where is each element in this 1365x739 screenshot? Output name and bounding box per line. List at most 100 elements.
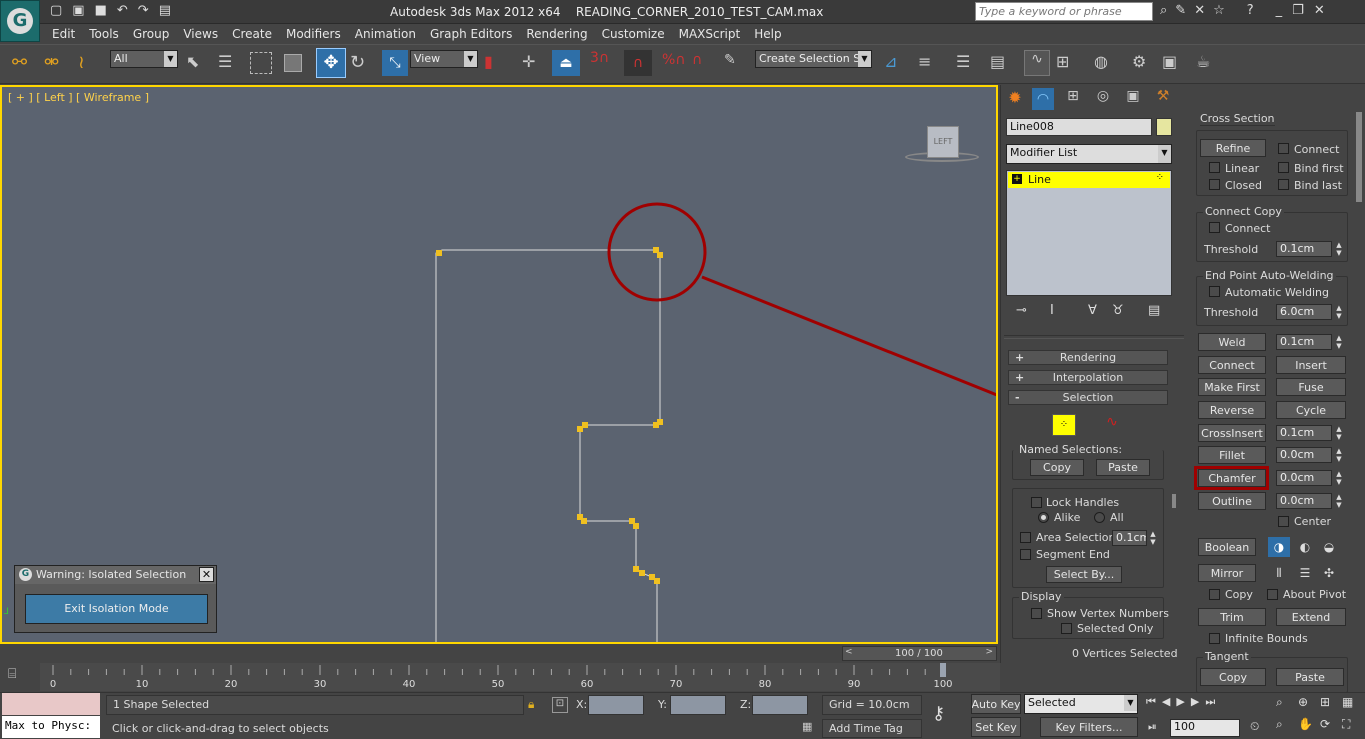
closed-checkbox[interactable]	[1209, 179, 1220, 190]
timeline-bar[interactable]: 0 10 20 30 40 50 60 70 80 90 100	[40, 663, 1000, 691]
segment-end-checkbox[interactable]	[1020, 549, 1031, 560]
key-mode-dropdown[interactable]: Selected ▼	[1024, 694, 1138, 714]
threshold-spinner[interactable]: 0.1cm	[1276, 241, 1332, 257]
selection-rollout[interactable]: - Selection	[1008, 390, 1168, 405]
z-coordinate-field[interactable]	[752, 695, 808, 715]
mirror-horizontal-icon[interactable]: ⫴	[1268, 563, 1290, 583]
mirror-vertical-icon[interactable]: ☰	[1294, 563, 1316, 583]
spinner-arrows-icon[interactable]: ▲ ▼	[1148, 530, 1158, 546]
spinner-arrows-icon[interactable]: ▲ ▼	[1334, 241, 1344, 257]
vertex-markers[interactable]	[436, 247, 663, 584]
edit-named-selection-icon[interactable]: ✎	[724, 52, 746, 74]
make-unique-icon[interactable]: ∀	[1088, 303, 1097, 318]
cycle-button[interactable]: Cycle	[1276, 401, 1346, 419]
material-editor-icon[interactable]: ◍	[1094, 52, 1118, 74]
pivot-center-icon[interactable]: ▮	[484, 52, 506, 74]
menu-customize[interactable]: Customize	[602, 27, 665, 41]
help-icon[interactable]: ?	[1247, 3, 1254, 18]
go-to-start-icon[interactable]: ⏮	[1146, 695, 1162, 708]
vertex-marker[interactable]	[639, 570, 645, 576]
modify-tab-icon[interactable]: ◠	[1032, 88, 1054, 110]
auto-key-button[interactable]: Auto Key	[971, 694, 1021, 714]
menu-help[interactable]: Help	[754, 27, 781, 41]
select-object-icon[interactable]: ⬉	[186, 52, 208, 74]
x-coordinate-field[interactable]	[588, 695, 644, 715]
expand-plus-icon[interactable]: +	[1012, 174, 1022, 184]
segment-subobject-icon[interactable]: ∿	[1100, 414, 1124, 436]
rendered-frame-icon[interactable]: ▣	[1162, 52, 1184, 74]
link-icon[interactable]: ⚯	[12, 52, 36, 76]
schematic-view-icon[interactable]: ⊞	[1056, 52, 1078, 74]
modifier-stack[interactable]: + Line ⁘	[1006, 170, 1172, 296]
menu-maxscript[interactable]: MAXScript	[679, 27, 741, 41]
close-icon[interactable]: ✕	[1314, 3, 1325, 18]
new-file-icon[interactable]: ▢	[50, 3, 72, 18]
time-slider-thumb[interactable]	[940, 663, 946, 677]
restore-icon[interactable]: ❐	[1292, 3, 1304, 18]
select-by-button[interactable]: Select By...	[1046, 566, 1122, 583]
insert-button[interactable]: Insert	[1276, 356, 1346, 374]
scroll-left-icon[interactable]: <	[845, 647, 853, 657]
refine-button[interactable]: Refine	[1200, 139, 1266, 157]
menu-rendering[interactable]: Rendering	[526, 27, 587, 41]
angle-snap-icon[interactable]: ∩	[624, 50, 652, 76]
save-icon[interactable]: ■	[95, 3, 117, 18]
vertex-marker[interactable]	[657, 252, 663, 258]
automatic-welding-checkbox[interactable]	[1209, 286, 1220, 297]
named-paste-button[interactable]: Paste	[1096, 459, 1150, 476]
pin-stack-icon[interactable]: ⊸	[1016, 303, 1027, 318]
redo-icon[interactable]: ↷	[138, 3, 159, 18]
binoculars-icon[interactable]: ⌕	[1160, 3, 1167, 18]
add-time-tag[interactable]: Add Time Tag	[822, 719, 922, 738]
connect-checkbox[interactable]	[1278, 143, 1289, 154]
about-pivot-checkbox[interactable]	[1267, 589, 1278, 600]
render-production-icon[interactable]: ☕	[1196, 52, 1218, 74]
make-first-button[interactable]: Make First	[1198, 378, 1266, 396]
scale-icon[interactable]: ⤡	[382, 50, 408, 76]
key-filters-button[interactable]: Key Filters...	[1040, 717, 1138, 737]
show-vertex-numbers-checkbox[interactable]	[1031, 608, 1042, 619]
layer-manager-icon[interactable]: ☰	[956, 52, 978, 74]
undo-icon[interactable]: ↶	[117, 3, 138, 18]
snaps-toggle-icon[interactable]: 3∩	[590, 50, 624, 76]
named-selection-dropdown[interactable]: Create Selection Se ▼	[755, 50, 872, 68]
motion-tab-icon[interactable]: ◎	[1092, 88, 1114, 110]
curve-editor-icon[interactable]: ∿	[1024, 50, 1050, 76]
mirror-both-icon[interactable]: ✣	[1318, 563, 1340, 583]
mirror-button[interactable]: Mirror	[1198, 564, 1256, 582]
menu-create[interactable]: Create	[232, 27, 272, 41]
linear-checkbox[interactable]	[1209, 162, 1220, 173]
key-icon[interactable]: ✎	[1175, 3, 1186, 18]
zoom-all-icon[interactable]: ⊕	[1298, 695, 1308, 709]
time-tag-icon[interactable]: ▦	[802, 720, 818, 736]
y-coordinate-field[interactable]	[670, 695, 726, 715]
menu-tools[interactable]: Tools	[89, 27, 119, 41]
vertex-marker[interactable]	[654, 578, 660, 584]
interpolation-rollout[interactable]: + Interpolation	[1008, 370, 1168, 385]
vertex-marker[interactable]	[577, 426, 583, 432]
zoom-extents-icon[interactable]: ⊞	[1320, 695, 1330, 709]
threshold2-spinner[interactable]: 6.0cm	[1276, 304, 1332, 320]
rendering-rollout[interactable]: + Rendering	[1008, 350, 1168, 365]
crossinsert-spinner[interactable]: 0.1cm	[1276, 425, 1332, 441]
all-radio[interactable]	[1094, 512, 1105, 523]
weld-spinner[interactable]: 0.1cm	[1276, 334, 1332, 350]
boolean-intersect-icon[interactable]: ◒	[1318, 537, 1340, 557]
connect-button[interactable]: Connect	[1198, 356, 1266, 374]
pan-icon[interactable]: ✋	[1298, 717, 1313, 731]
boolean-button[interactable]: Boolean	[1198, 538, 1256, 556]
object-color-swatch[interactable]	[1156, 118, 1172, 136]
move-icon[interactable]: ✥	[316, 48, 346, 78]
star-icon[interactable]: ☆	[1213, 3, 1225, 18]
crossinsert-button[interactable]: CrossInsert	[1198, 424, 1266, 442]
set-key-button[interactable]: Set Key	[971, 717, 1021, 737]
fuse-button[interactable]: Fuse	[1276, 378, 1346, 396]
open-file-icon[interactable]: ▣	[72, 3, 94, 18]
spinner-arrows-icon[interactable]: ▲ ▼	[1334, 493, 1344, 509]
spinner-arrows-icon[interactable]: ▲ ▼	[1334, 447, 1344, 463]
next-frame-icon[interactable]: ▶	[1191, 695, 1205, 708]
reference-coordinate-dropdown[interactable]: View ▼	[410, 50, 478, 68]
tangent-paste-button[interactable]: Paste	[1276, 668, 1344, 686]
current-frame-field[interactable]: 100	[1170, 719, 1240, 737]
center-checkbox[interactable]	[1278, 516, 1289, 527]
